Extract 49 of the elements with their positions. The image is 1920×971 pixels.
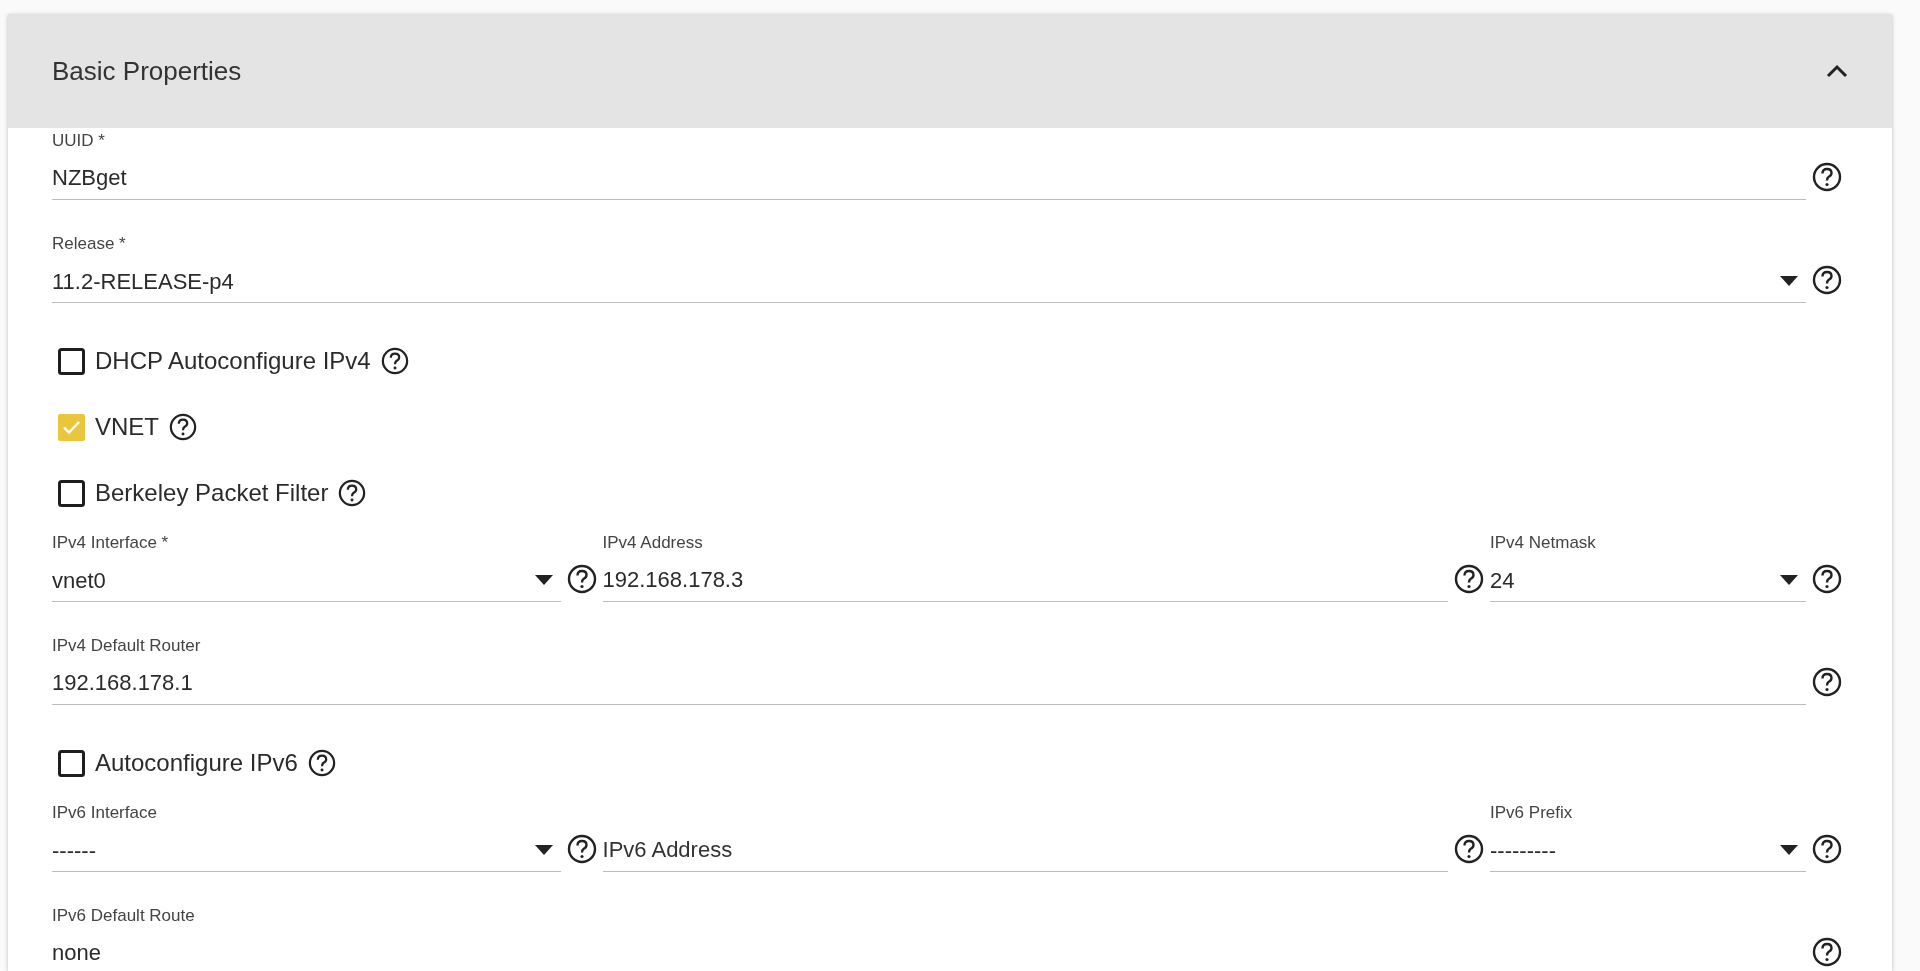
dropdown[interactable]: 11.2-RELEASE-p4 <box>52 260 1806 303</box>
text-field[interactable]: none <box>52 932 1806 971</box>
caret-icon[interactable] <box>1780 575 1798 585</box>
help-icon[interactable] <box>1812 834 1842 864</box>
field-label: IPv4 Default Router <box>52 636 202 656</box>
help-icon[interactable] <box>1454 834 1485 864</box>
field-label: IPv6 Default Route <box>52 906 196 926</box>
help-icon[interactable] <box>1812 667 1842 697</box>
dropdown[interactable]: --------- <box>1490 829 1806 872</box>
field-label: IPv6 Interface <box>52 803 158 823</box>
help-icon[interactable] <box>380 347 409 375</box>
panel-header[interactable]: Basic Properties <box>8 14 1892 128</box>
help-icon[interactable] <box>307 749 336 777</box>
text-field[interactable]: 192.168.178.1 <box>52 662 1806 705</box>
dropdown[interactable]: 24 <box>1490 559 1806 602</box>
chevron-icon[interactable] <box>1826 64 1848 78</box>
text-field[interactable]: IPv6 Address <box>602 829 1449 872</box>
field-label: Release * <box>52 234 127 254</box>
field-label: IPv4 Address <box>602 533 704 553</box>
field-label: IPv4 Netmask <box>1490 533 1597 553</box>
text-field[interactable]: NZBget <box>52 157 1806 200</box>
checkbox[interactable] <box>58 479 85 507</box>
checkbox[interactable] <box>58 413 85 441</box>
checkbox-label[interactable]: Berkeley Packet Filter <box>95 475 329 511</box>
caret-icon[interactable] <box>534 845 553 855</box>
checkbox-label[interactable]: Autoconfigure IPv6 <box>95 745 298 781</box>
caret-icon[interactable] <box>1780 276 1798 286</box>
panel-title: Basic Properties <box>52 54 242 88</box>
checkbox-label[interactable]: VNET <box>95 409 159 445</box>
help-icon[interactable] <box>1454 564 1485 594</box>
text-field[interactable]: 192.168.178.3 <box>602 559 1449 602</box>
help-icon[interactable] <box>169 413 197 441</box>
help-icon[interactable] <box>1812 937 1842 967</box>
dropdown[interactable]: vnet0 <box>52 559 561 602</box>
help-icon[interactable] <box>566 834 597 864</box>
help-icon[interactable] <box>566 564 597 594</box>
caret-icon[interactable] <box>1780 845 1798 855</box>
dropdown[interactable]: ------ <box>52 829 561 872</box>
caret-icon[interactable] <box>534 575 553 585</box>
field-label: UUID * <box>52 131 106 151</box>
help-icon[interactable] <box>1812 162 1842 192</box>
checkbox[interactable] <box>58 347 85 375</box>
field-label: IPv4 Interface * <box>52 533 170 553</box>
checkbox[interactable] <box>58 749 85 777</box>
help-icon[interactable] <box>1812 564 1842 594</box>
checkbox-label[interactable]: DHCP Autoconfigure IPv4 <box>95 343 371 379</box>
field-label: IPv6 Prefix <box>1490 803 1574 823</box>
help-icon[interactable] <box>1812 265 1842 295</box>
help-icon[interactable] <box>338 479 367 507</box>
